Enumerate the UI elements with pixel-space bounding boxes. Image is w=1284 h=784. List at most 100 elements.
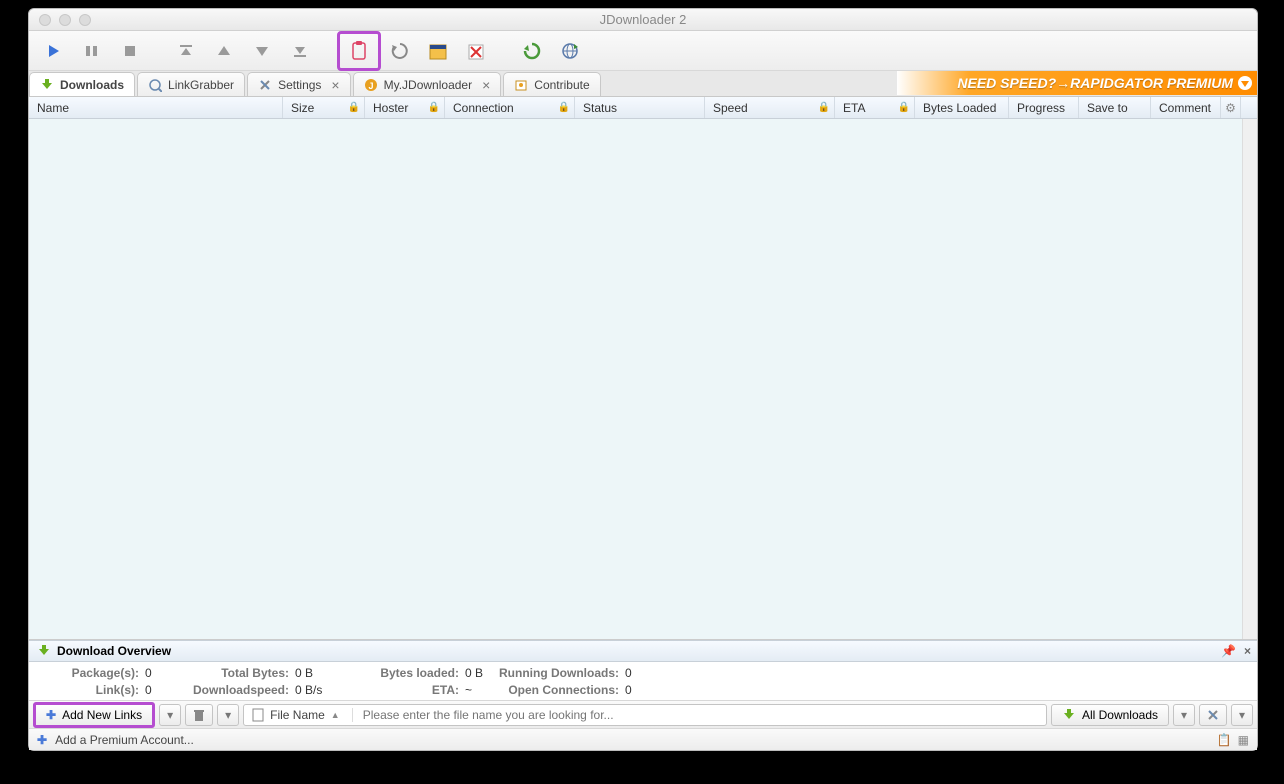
close-icon[interactable]: × [331,77,339,93]
search-input[interactable] [363,708,1038,722]
extract-button[interactable] [421,36,455,66]
downloadspeed-value: 0 B/s [295,683,345,697]
scrollbar[interactable] [1242,119,1257,639]
tab-label: LinkGrabber [168,78,234,92]
overview-stats: Package(s): 0 Total Bytes: 0 B Bytes loa… [29,662,1257,700]
move-down-button[interactable] [245,36,279,66]
grid-icon[interactable]: ▦ [1238,733,1249,747]
overview-header: Download Overview 📌 × [29,640,1257,662]
play-button[interactable] [37,36,71,66]
tools-button[interactable] [1199,704,1227,726]
lock-icon: 🔒 [558,102,570,113]
download-icon [40,78,54,92]
lock-icon: 🔒 [428,102,440,113]
pause-button[interactable] [75,36,109,66]
close-icon[interactable]: × [482,77,490,93]
add-new-links-label: Add New Links [62,708,142,722]
col-size[interactable]: Size🔒 [283,97,365,118]
col-connection[interactable]: Connection🔒 [445,97,575,118]
plus-icon: ✚ [46,708,56,722]
window-title: JDownloader 2 [29,12,1257,27]
clipboard-icon[interactable]: 📋 [1217,733,1232,747]
titlebar: JDownloader 2 [29,9,1257,31]
svg-text:J: J [368,81,373,91]
sort-icon: ▲ [331,710,340,720]
tools-dropdown[interactable]: ▾ [1231,704,1253,726]
total-bytes-label: Total Bytes: [175,666,295,680]
download-icon [1237,75,1253,91]
remove-button[interactable] [459,36,493,66]
col-hoster[interactable]: Hoster🔒 [365,97,445,118]
move-up-button[interactable] [207,36,241,66]
open-conn-value: 0 [625,683,655,697]
pin-icon[interactable]: 📌 [1221,644,1236,658]
add-dropdown[interactable]: ▾ [159,704,181,726]
add-premium-link[interactable]: Add a Premium Account... [55,733,194,747]
tab-settings[interactable]: Settings × [247,72,351,96]
col-status[interactable]: Status [575,97,705,118]
links-value: 0 [145,683,175,697]
column-headers: Name Size🔒 Hoster🔒 Connection🔒 Status Sp… [29,97,1257,119]
tab-myjdownloader[interactable]: J My.JDownloader × [353,72,502,96]
packages-value: 0 [145,666,175,680]
all-downloads-button[interactable]: All Downloads [1051,704,1169,726]
all-downloads-label: All Downloads [1082,708,1158,722]
delete-button[interactable] [185,704,213,726]
tab-bar: Downloads LinkGrabber Settings × J My.JD… [29,71,1257,97]
running-label: Running Downloads: [495,666,625,680]
col-settings[interactable]: ⚙ [1221,97,1241,118]
clipboard-observer-button[interactable] [342,36,376,66]
contribute-icon [514,78,528,92]
toolbar [29,31,1257,71]
file-icon [252,708,264,722]
running-value: 0 [625,666,655,680]
tab-label: My.JDownloader [384,78,472,92]
auto-reconnect-button[interactable] [383,36,417,66]
bottom-bar: ✚ Add New Links ▾ ▾ File Name ▲ All Down… [29,700,1257,728]
myjd-icon: J [364,78,378,92]
tab-linkgrabber[interactable]: LinkGrabber [137,72,245,96]
linkgrabber-icon [148,78,162,92]
col-bytes-loaded[interactable]: Bytes Loaded [915,97,1009,118]
move-bottom-button[interactable] [283,36,317,66]
col-name[interactable]: Name [29,97,283,118]
tab-contribute[interactable]: Contribute [503,72,600,96]
tab-downloads[interactable]: Downloads [29,72,135,96]
col-eta[interactable]: ETA🔒 [835,97,915,118]
open-conn-label: Open Connections: [495,683,625,697]
col-speed[interactable]: Speed🔒 [705,97,835,118]
gear-icon: ⚙ [1225,101,1236,115]
col-progress[interactable]: Progress [1009,97,1079,118]
update-button[interactable] [515,36,549,66]
status-bar: ✚ Add a Premium Account... 📋 ▦ [29,728,1257,750]
col-save-to[interactable]: Save to [1079,97,1151,118]
move-top-button[interactable] [169,36,203,66]
lock-icon: 🔒 [898,102,910,113]
bytes-loaded-label: Bytes loaded: [345,666,465,680]
premium-banner[interactable]: NEED SPEED?→RAPIDGATOR PREMIUM [897,71,1257,95]
tab-label: Contribute [534,78,589,92]
packages-label: Package(s): [35,666,145,680]
reconnect-button[interactable] [553,36,587,66]
all-downloads-dropdown[interactable]: ▾ [1173,704,1195,726]
search-box[interactable]: File Name ▲ [243,704,1047,726]
trash-icon [192,708,206,722]
download-list[interactable] [29,119,1257,640]
tools-icon [1206,708,1220,722]
bytes-loaded-value: 0 B [465,666,495,680]
eta-value: ~ [465,683,495,697]
delete-dropdown[interactable]: ▾ [217,704,239,726]
search-type-label: File Name [270,708,325,722]
col-comment[interactable]: Comment [1151,97,1221,118]
stop-button[interactable] [113,36,147,66]
downloadspeed-label: Downloadspeed: [175,683,295,697]
banner-text: NEED SPEED?→RAPIDGATOR PREMIUM [957,75,1233,91]
plus-icon: ✚ [37,733,47,747]
download-icon [1062,708,1076,722]
tab-label: Settings [278,78,321,92]
add-new-links-button[interactable]: ✚ Add New Links [33,702,155,728]
close-icon[interactable]: × [1244,644,1251,658]
settings-icon [258,78,272,92]
total-bytes-value: 0 B [295,666,345,680]
links-label: Link(s): [35,683,145,697]
